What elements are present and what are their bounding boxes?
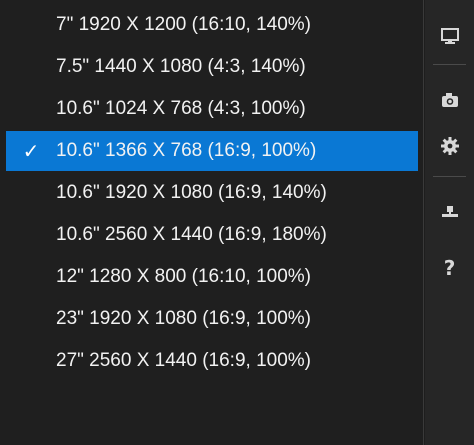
menu-item-label: 23" 1920 X 1080 (16:9, 100%) [56, 308, 311, 329]
menu-item-label: 7.5" 1440 X 1080 (4:3, 140%) [56, 56, 306, 77]
settings-button[interactable] [425, 124, 474, 168]
menu-item-10-6in-1366x768[interactable]: ✓ 10.6" 1366 X 768 (16:9, 100%) [6, 131, 418, 171]
menu-item-23in-1920x1080[interactable]: 23" 1920 X 1080 (16:9, 100%) [6, 299, 418, 339]
menu-item-label: 10.6" 2560 X 1440 (16:9, 180%) [56, 224, 327, 245]
menu-item-7-5in-1440x1080[interactable]: 7.5" 1440 X 1080 (4:3, 140%) [6, 47, 418, 87]
network-icon [441, 206, 458, 217]
network-button[interactable] [425, 190, 474, 234]
menu-item-label: 10.6" 1366 X 768 (16:9, 100%) [56, 140, 317, 161]
menu-item-label: 7" 1920 X 1200 (16:10, 140%) [56, 14, 311, 35]
display-resolution-menu: 7" 1920 X 1200 (16:10, 140%) 7.5" 1440 X… [0, 0, 424, 445]
menu-item-10-6in-1024x768[interactable]: 10.6" 1024 X 768 (4:3, 100%) [6, 89, 418, 129]
menu-item-label: 12" 1280 X 800 (16:10, 100%) [56, 266, 311, 287]
checkmark-icon: ✓ [22, 139, 40, 163]
toolbar-divider [433, 64, 466, 65]
menu-item-27in-2560x1440[interactable]: 27" 2560 X 1440 (16:9, 100%) [6, 341, 418, 381]
menu-item-label: 10.6" 1024 X 768 (4:3, 100%) [56, 98, 306, 119]
help-icon: ? [443, 256, 456, 280]
help-button[interactable]: ? [425, 246, 474, 290]
emulator-toolbar: ? [425, 0, 474, 445]
monitor-icon [440, 28, 459, 44]
gear-icon [440, 137, 459, 155]
menu-item-10-6in-2560x1440[interactable]: 10.6" 2560 X 1440 (16:9, 180%) [6, 215, 418, 255]
toolbar-divider [433, 176, 466, 177]
menu-item-label: 10.6" 1920 X 1080 (16:9, 140%) [56, 182, 327, 203]
screenshot-button[interactable] [425, 78, 474, 122]
menu-item-10-6in-1920x1080[interactable]: 10.6" 1920 X 1080 (16:9, 140%) [6, 173, 418, 213]
menu-item-12in-1280x800[interactable]: 12" 1280 X 800 (16:10, 100%) [6, 257, 418, 297]
emulator-window: 7" 1920 X 1200 (16:10, 140%) 7.5" 1440 X… [0, 0, 474, 445]
screen-button[interactable] [425, 14, 474, 58]
menu-item-label: 27" 2560 X 1440 (16:9, 100%) [56, 350, 311, 371]
menu-item-7in-1920x1200[interactable]: 7" 1920 X 1200 (16:10, 140%) [6, 5, 418, 45]
camera-icon [441, 93, 458, 107]
